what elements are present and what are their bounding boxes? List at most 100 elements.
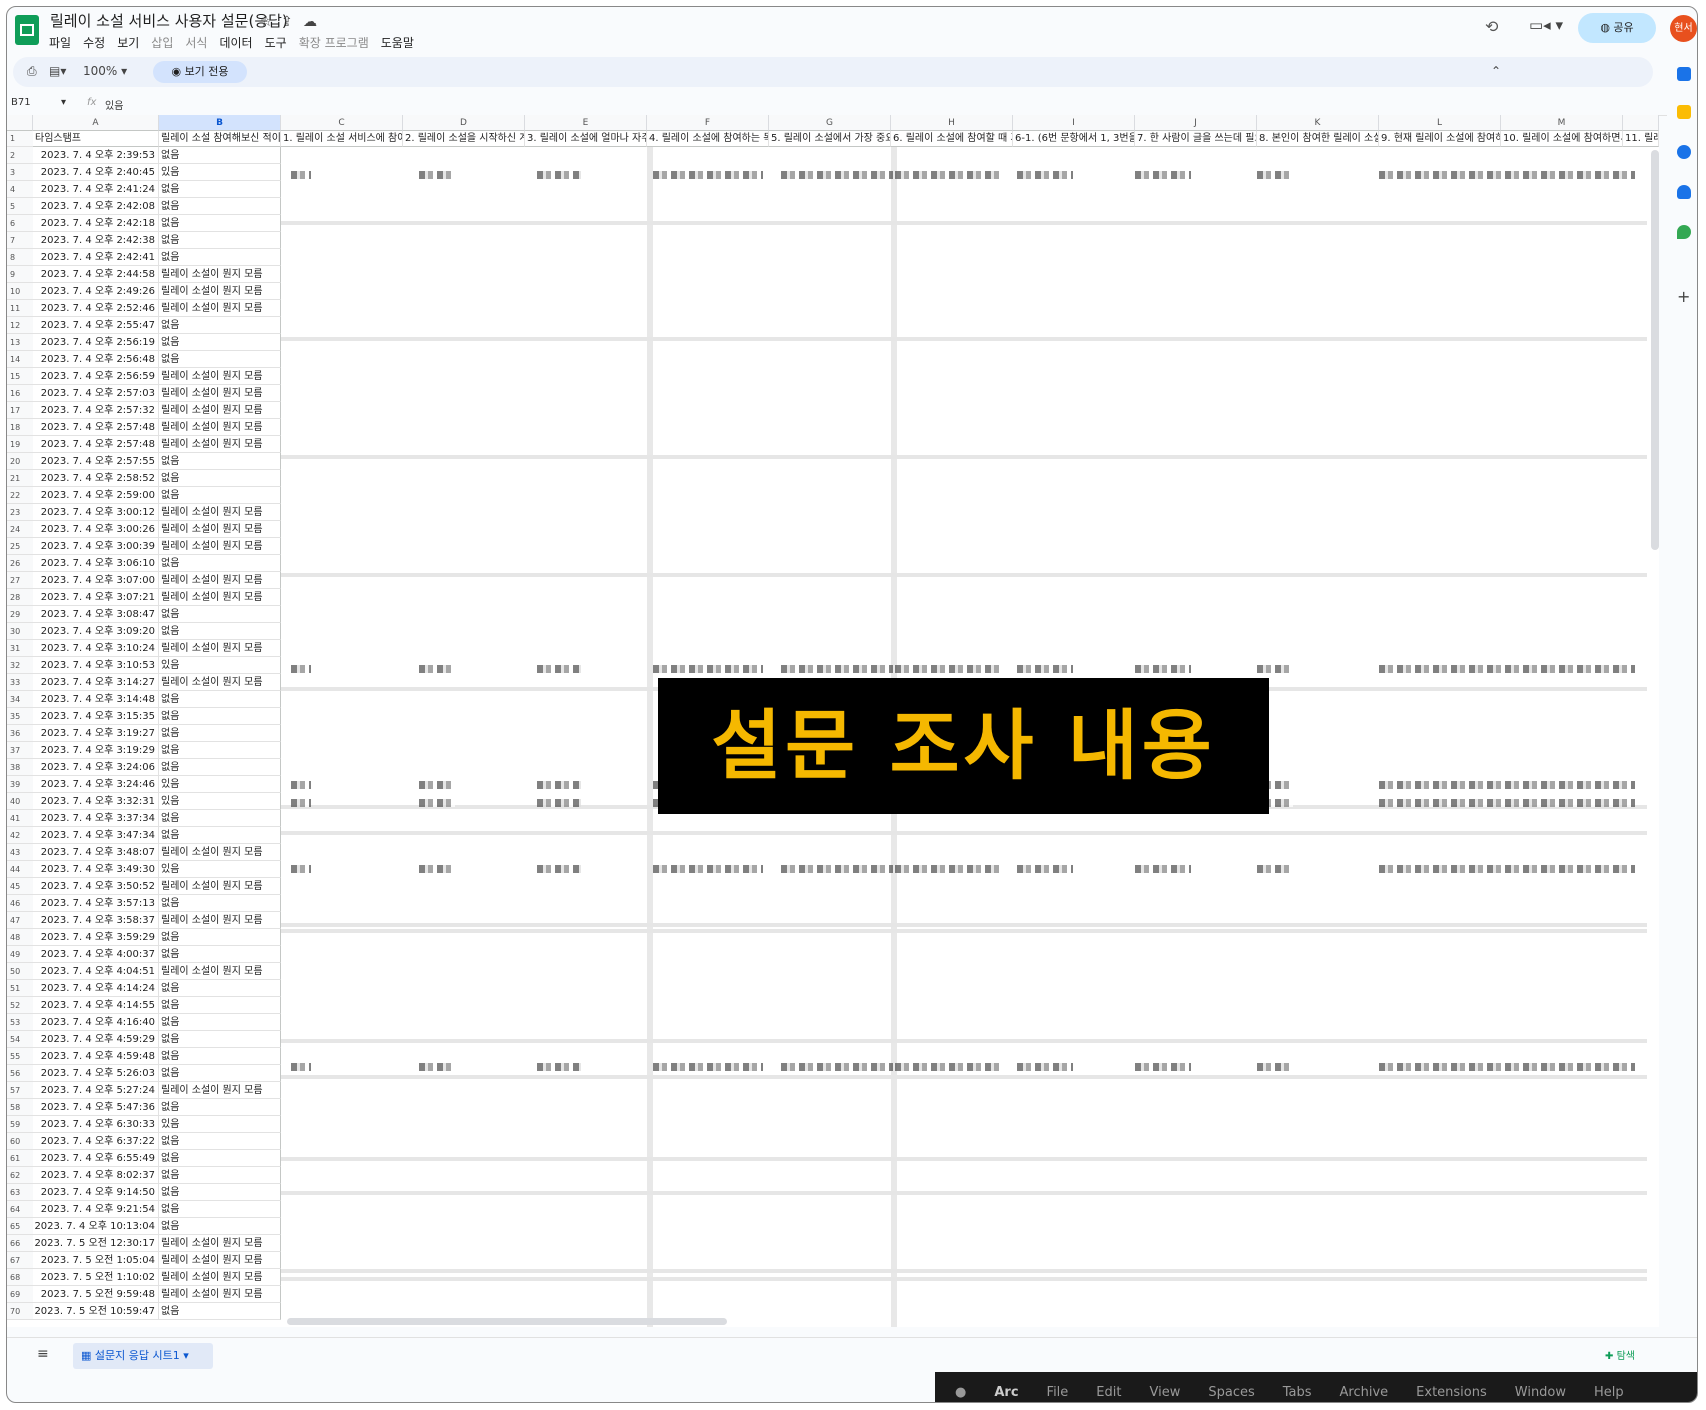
- answer-cell[interactable]: 없음: [159, 997, 281, 1014]
- row-header[interactable]: 55: [7, 1048, 33, 1065]
- row-header[interactable]: 63: [7, 1184, 33, 1201]
- answer-cell[interactable]: 없음: [159, 198, 281, 215]
- row-header[interactable]: 26: [7, 555, 33, 572]
- answer-cell[interactable]: 없음: [159, 827, 281, 844]
- timestamp-cell[interactable]: 2023. 7. 4 오후 4:16:40: [33, 1014, 159, 1031]
- answer-cell[interactable]: 없음: [159, 351, 281, 368]
- answer-cell[interactable]: 없음: [159, 470, 281, 487]
- row-header[interactable]: 40: [7, 793, 33, 810]
- row-header[interactable]: 10: [7, 283, 33, 300]
- timestamp-cell[interactable]: 2023. 7. 4 오후 3:14:27: [33, 674, 159, 691]
- answer-cell[interactable]: 릴레이 소설이 뭔지 모름: [159, 1286, 281, 1303]
- collapse-chevron-icon[interactable]: ⌃: [1491, 64, 1501, 78]
- answer-cell[interactable]: 없음: [159, 1184, 281, 1201]
- explore-button[interactable]: ✚ 탐색: [1605, 1347, 1635, 1362]
- add-addon-icon[interactable]: +: [1677, 287, 1690, 306]
- answer-cell[interactable]: 있음: [159, 776, 281, 793]
- answer-cell[interactable]: 릴레이 소설이 뭔지 모름: [159, 640, 281, 657]
- answer-cell[interactable]: 릴레이 소설이 뭔지 모름: [159, 1082, 281, 1099]
- mac-menu-item[interactable]: File: [1047, 1385, 1069, 1400]
- answer-cell[interactable]: 릴레이 소설이 뭔지 모름: [159, 283, 281, 300]
- timestamp-cell[interactable]: 2023. 7. 4 오후 2:57:48: [33, 419, 159, 436]
- answer-cell[interactable]: 없음: [159, 606, 281, 623]
- row-header[interactable]: 20: [7, 453, 33, 470]
- row-header[interactable]: 7: [7, 232, 33, 249]
- column-header[interactable]: B: [159, 115, 281, 131]
- timestamp-cell[interactable]: 2023. 7. 4 오후 6:55:49: [33, 1150, 159, 1167]
- timestamp-cell[interactable]: 2023. 7. 4 오후 5:27:24: [33, 1082, 159, 1099]
- document-title[interactable]: 릴레이 소설 서비스 사용자 설문(응답): [50, 10, 288, 31]
- all-sheets-icon[interactable]: ≡: [37, 1346, 49, 1362]
- answer-cell[interactable]: 릴레이 소설이 뭔지 모름: [159, 538, 281, 555]
- timestamp-cell[interactable]: 2023. 7. 4 오후 2:57:55: [33, 453, 159, 470]
- timestamp-cell[interactable]: 2023. 7. 4 오후 4:04:51: [33, 963, 159, 980]
- vertical-scrollbar[interactable]: [1651, 150, 1659, 550]
- timestamp-cell[interactable]: 2023. 7. 4 오후 3:14:48: [33, 691, 159, 708]
- timestamp-cell[interactable]: 2023. 7. 4 오후 2:52:46: [33, 300, 159, 317]
- column-header[interactable]: M: [1501, 115, 1623, 131]
- answer-cell[interactable]: 릴레이 소설이 뭔지 모름: [159, 521, 281, 538]
- name-box[interactable]: B71: [11, 97, 31, 108]
- move-icon[interactable]: ⇪: [281, 14, 293, 30]
- row-header[interactable]: 32: [7, 657, 33, 674]
- column-header[interactable]: I: [1013, 115, 1135, 131]
- mac-menu-item[interactable]: Archive: [1340, 1385, 1389, 1400]
- header-cell[interactable]: 7. 한 사람이 글을 쓰는데 필요: [1135, 131, 1257, 147]
- column-header[interactable]: J: [1135, 115, 1257, 131]
- answer-cell[interactable]: 있음: [159, 793, 281, 810]
- timestamp-cell[interactable]: 2023. 7. 4 오후 6:30:33: [33, 1116, 159, 1133]
- row-header[interactable]: 39: [7, 776, 33, 793]
- header-cell[interactable]: 3. 릴레이 소설에 얼마나 자주: [525, 131, 647, 147]
- column-header[interactable]: G: [769, 115, 891, 131]
- row-header[interactable]: 35: [7, 708, 33, 725]
- zoom-select[interactable]: 100% ▾: [83, 64, 127, 78]
- answer-cell[interactable]: 있음: [159, 861, 281, 878]
- timestamp-cell[interactable]: 2023. 7. 4 오후 2:58:52: [33, 470, 159, 487]
- answer-cell[interactable]: 릴레이 소설이 뭔지 모름: [159, 572, 281, 589]
- menu-item[interactable]: 수정: [83, 36, 105, 50]
- answer-cell[interactable]: 없음: [159, 725, 281, 742]
- answer-cell[interactable]: 없음: [159, 759, 281, 776]
- answer-cell[interactable]: 릴레이 소설이 뭔지 모름: [159, 963, 281, 980]
- row-header[interactable]: 3: [7, 164, 33, 181]
- row-header[interactable]: 37: [7, 742, 33, 759]
- answer-cell[interactable]: 없음: [159, 232, 281, 249]
- timestamp-cell[interactable]: 2023. 7. 4 오후 3:07:21: [33, 589, 159, 606]
- row-header[interactable]: 19: [7, 436, 33, 453]
- column-header[interactable]: L: [1379, 115, 1501, 131]
- row-header[interactable]: 36: [7, 725, 33, 742]
- timestamp-cell[interactable]: 2023. 7. 4 오후 3:00:26: [33, 521, 159, 538]
- menu-item[interactable]: 서식: [185, 36, 207, 50]
- row-header[interactable]: 42: [7, 827, 33, 844]
- row-header[interactable]: 12: [7, 317, 33, 334]
- answer-cell[interactable]: 없음: [159, 555, 281, 572]
- answer-cell[interactable]: 있음: [159, 657, 281, 674]
- timestamp-cell[interactable]: 2023. 7. 4 오후 6:37:22: [33, 1133, 159, 1150]
- answer-cell[interactable]: 없음: [159, 1048, 281, 1065]
- row-header[interactable]: 56: [7, 1065, 33, 1082]
- header-cell[interactable]: 릴레이 소설 참여해보신 적이: [159, 131, 281, 147]
- answer-cell[interactable]: 릴레이 소설이 뭔지 모름: [159, 436, 281, 453]
- column-header[interactable]: C: [281, 115, 403, 131]
- timestamp-cell[interactable]: 2023. 7. 4 오후 3:19:27: [33, 725, 159, 742]
- timestamp-cell[interactable]: 2023. 7. 4 오후 2:41:24: [33, 181, 159, 198]
- header-cell[interactable]: 5. 릴레이 소설에서 가장 중요: [769, 131, 891, 147]
- answer-cell[interactable]: 없음: [159, 708, 281, 725]
- row-header[interactable]: 6: [7, 215, 33, 232]
- column-header[interactable]: F: [647, 115, 769, 131]
- timestamp-cell[interactable]: 2023. 7. 4 오후 3:06:10: [33, 555, 159, 572]
- timestamp-cell[interactable]: 2023. 7. 4 오후 2:42:18: [33, 215, 159, 232]
- timestamp-cell[interactable]: 2023. 7. 4 오후 2:55:47: [33, 317, 159, 334]
- timestamp-cell[interactable]: 2023. 7. 4 오후 2:49:26: [33, 283, 159, 300]
- row-header[interactable]: 64: [7, 1201, 33, 1218]
- row-header[interactable]: 14: [7, 351, 33, 368]
- header-cell[interactable]: 1. 릴레이 소설 서비스에 참여: [281, 131, 403, 147]
- row-header[interactable]: 62: [7, 1167, 33, 1184]
- row-header[interactable]: 61: [7, 1150, 33, 1167]
- timestamp-cell[interactable]: 2023. 7. 4 오후 2:56:59: [33, 368, 159, 385]
- row-header[interactable]: 11: [7, 300, 33, 317]
- menu-item[interactable]: 도움말: [381, 36, 414, 50]
- answer-cell[interactable]: 있음: [159, 164, 281, 181]
- header-cell[interactable]: 6-1. (6번 문항에서 1, 3번을: [1013, 131, 1135, 147]
- timestamp-cell[interactable]: 2023. 7. 4 오후 5:47:36: [33, 1099, 159, 1116]
